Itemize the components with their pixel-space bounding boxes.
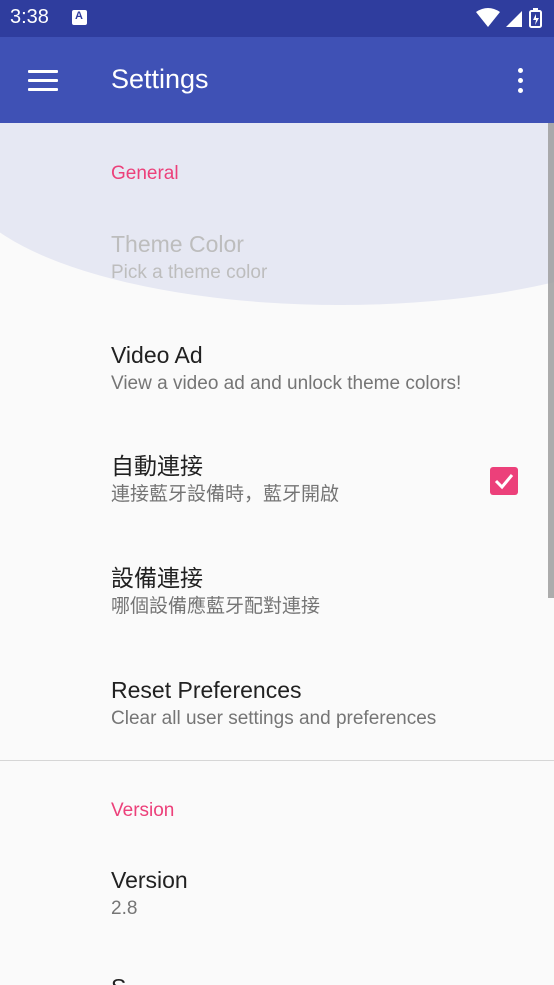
battery-icon bbox=[529, 8, 542, 28]
status-time: 3:38 bbox=[10, 6, 49, 28]
check-icon bbox=[494, 474, 514, 490]
notification-letter: A bbox=[75, 10, 83, 22]
settings-list[interactable]: General Theme Color Pick a theme color V… bbox=[0, 123, 554, 985]
pref-summary: Clear all user settings and preferences bbox=[111, 708, 437, 729]
signal-icon bbox=[506, 11, 522, 27]
category-version: Version bbox=[111, 800, 175, 821]
pref-title: Video Ad bbox=[111, 342, 203, 368]
category-general: General bbox=[111, 163, 179, 184]
pref-title: Version bbox=[111, 867, 188, 893]
app-bar: Settings bbox=[0, 37, 554, 123]
status-icons bbox=[476, 8, 542, 28]
pref-summary: 2.8 bbox=[111, 898, 138, 919]
pref-video-ad[interactable]: Video Ad View a video ad and unlock them… bbox=[111, 341, 474, 396]
pref-auto-connect[interactable]: 自動連接 連接藍牙設備時，藍牙開啟 bbox=[111, 452, 474, 507]
pref-summary: 連接藍牙設備時，藍牙開啟 bbox=[111, 484, 340, 505]
pref-device-connect[interactable]: 設備連接 哪個設備應藍牙配對連接 bbox=[111, 564, 474, 619]
pref-version[interactable]: Version 2.8 bbox=[111, 866, 474, 921]
pref-title: S bbox=[111, 973, 474, 985]
pref-theme-color: Theme Color Pick a theme color bbox=[111, 230, 474, 285]
scrollbar[interactable] bbox=[548, 123, 554, 598]
pref-title: 設備連接 bbox=[111, 565, 203, 591]
pref-title: Theme Color bbox=[111, 231, 244, 257]
pref-summary: Pick a theme color bbox=[111, 262, 268, 283]
pref-reset[interactable]: Reset Preferences Clear all user setting… bbox=[111, 676, 474, 731]
page-title: Settings bbox=[111, 64, 209, 94]
auto-connect-checkbox[interactable] bbox=[490, 467, 518, 495]
pref-title: Reset Preferences bbox=[111, 677, 302, 703]
notification-icon: A bbox=[72, 10, 87, 25]
wifi-icon bbox=[476, 8, 500, 27]
divider bbox=[0, 760, 554, 761]
pref-title: 自動連接 bbox=[111, 453, 203, 479]
menu-icon[interactable] bbox=[28, 70, 58, 91]
overflow-menu-icon[interactable] bbox=[510, 68, 530, 94]
pref-next[interactable]: S bbox=[111, 973, 474, 985]
status-bar: 3:38 A bbox=[0, 0, 554, 37]
pref-summary: 哪個設備應藍牙配對連接 bbox=[111, 596, 321, 617]
pref-summary: View a video ad and unlock theme colors! bbox=[111, 373, 462, 394]
